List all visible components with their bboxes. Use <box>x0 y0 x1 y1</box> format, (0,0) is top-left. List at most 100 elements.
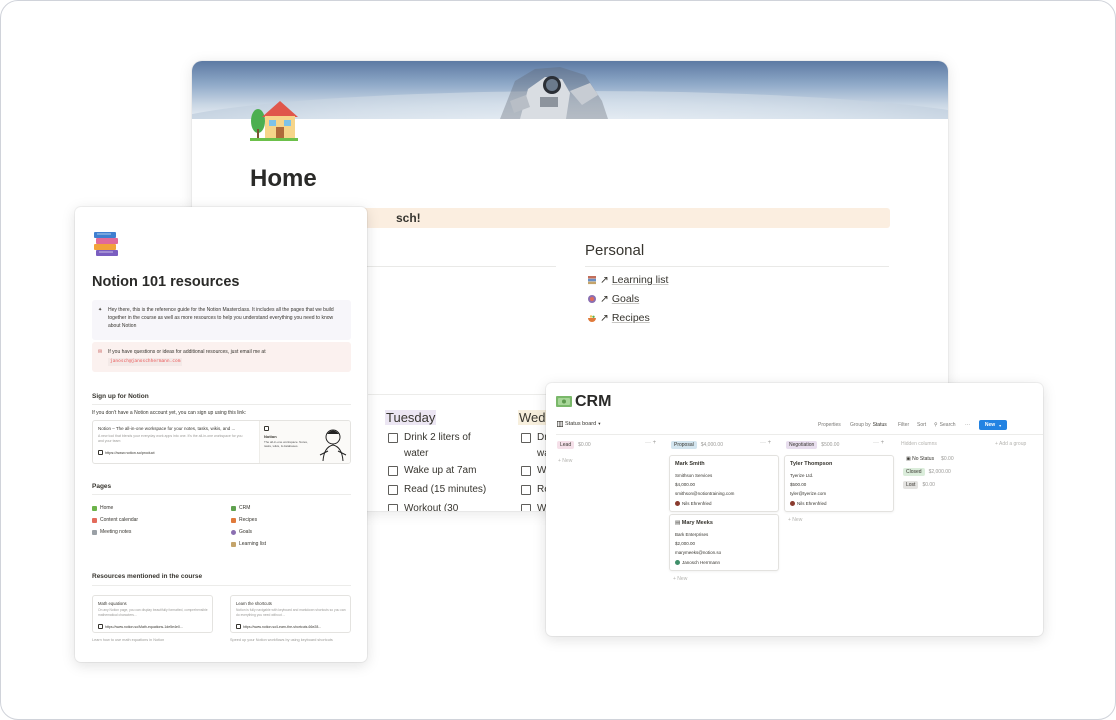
home-icon <box>92 505 97 511</box>
checkbox[interactable] <box>388 433 398 443</box>
sort-button[interactable]: Sort <box>917 422 926 428</box>
page-link-meeting-notes[interactable]: Meeting notes <box>92 529 131 535</box>
add-new-card[interactable]: + New <box>673 576 687 582</box>
link-recipes[interactable]: ↗ Recipes <box>587 312 650 324</box>
todo-text: Wake up at 7am <box>404 465 477 476</box>
owner-name: Janosch Herrmann <box>682 560 721 565</box>
notion-bookmark[interactable]: Notion – The all-in-one workspace for yo… <box>92 420 351 464</box>
link-learning-list[interactable]: ↗ Learning list <box>587 274 668 286</box>
callout-text: If you have questions or ideas for addit… <box>108 349 266 355</box>
card-name: Tyler Thompson <box>790 461 833 467</box>
deal-card[interactable]: Mark Smith Smithson Services $4,000.00 s… <box>669 455 779 512</box>
column-actions[interactable]: ··· + <box>645 440 656 446</box>
checkbox[interactable] <box>388 466 398 476</box>
view-tab-status-board[interactable]: Status board ▾ <box>557 421 600 427</box>
checkbox[interactable] <box>521 485 531 495</box>
page-link-label: Recipes <box>239 517 258 523</box>
page-link-crm[interactable]: CRM <box>231 505 250 511</box>
resource-card-math[interactable]: Math equations On any Notion page, you c… <box>92 595 213 633</box>
hidden-column-no-status[interactable]: ▣ No Status $0.00 <box>903 455 954 463</box>
checkbox[interactable] <box>388 504 398 511</box>
todo-text: Drink 2 liters of water <box>404 430 471 462</box>
card-caption: Learn how to use math equations in Notio… <box>92 638 165 642</box>
pages-heading: Pages <box>92 483 112 490</box>
column-negotiation[interactable]: Negotiation $500.00 <box>786 441 839 449</box>
column-sum: $500.00 <box>821 442 840 448</box>
card-description: On any Notion page, you can display beau… <box>98 608 208 617</box>
todo-item[interactable]: Drink 2 liters of water <box>388 430 471 462</box>
hidden-column-lost[interactable]: Lost $0.00 <box>903 481 935 489</box>
properties-button[interactable]: Properties <box>818 422 841 428</box>
filter-button[interactable]: Filter <box>898 422 909 428</box>
notes-icon <box>92 529 97 535</box>
deal-card[interactable]: ▤ Mary Meeks Bark Enterprises $2,000.00 … <box>669 514 779 571</box>
todo-item[interactable]: Wake up at 7am <box>388 463 476 479</box>
owner-name: Nils Ehrenfried <box>797 501 827 506</box>
divider <box>92 494 351 495</box>
add-new-card[interactable]: + New <box>788 517 802 523</box>
todo-item[interactable]: Workout (30 <box>388 501 458 511</box>
more-options-button[interactable]: ··· <box>965 422 970 428</box>
avatar <box>790 501 795 506</box>
day-heading-tuesday: Tuesday <box>385 410 437 425</box>
checkbox[interactable] <box>388 485 398 495</box>
divider <box>92 404 351 405</box>
page-link-goals[interactable]: Goals <box>231 529 252 535</box>
status-name: No Status <box>912 456 935 462</box>
bookmark-description: A new tool that blends your everyday wor… <box>98 434 243 443</box>
link-goals[interactable]: ↗ Goals <box>587 293 639 305</box>
toolbar-divider <box>556 434 1043 435</box>
checkbox[interactable] <box>521 433 531 443</box>
divider <box>92 585 351 586</box>
card-url: https://www.notion.so/Math-equations-1de… <box>98 624 183 629</box>
card-name-text: Mary Meeks <box>681 520 713 526</box>
page-link-label: Goals <box>239 529 253 535</box>
bookmark-preview-image: Notion The all-in-one workspace. Notes, … <box>259 421 350 463</box>
status-tag: Negotiation <box>786 441 818 449</box>
deal-card[interactable]: Tyler Thompson Tyerize Ltd. $500.00 tyle… <box>784 455 894 512</box>
search-button[interactable]: ⚲ Search <box>934 422 956 428</box>
bookmark-url: https://www.notion.so/product <box>98 450 155 455</box>
hidden-columns-heading: Hidden columns <box>901 441 937 447</box>
card-owner: Janosch Herrmann <box>675 560 720 565</box>
todo-item[interactable]: Read (15 minutes) <box>388 482 486 498</box>
search-icon: ⚲ <box>934 422 938 428</box>
resource-card-shortcuts[interactable]: Learn the shortcuts Notion is fully navi… <box>230 595 351 633</box>
signup-heading: Sign up for Notion <box>92 393 149 400</box>
search-label: Search <box>939 422 956 428</box>
page-link-learning-list[interactable]: Learning list <box>231 541 266 547</box>
group-by-button[interactable]: Group by Status <box>850 422 887 428</box>
checkbox[interactable] <box>521 504 531 511</box>
hidden-column-closed[interactable]: Closed $2,000.00 <box>903 468 951 476</box>
status-tag: Proposal <box>671 441 697 449</box>
card-company: Bark Enterprises <box>675 532 709 537</box>
page-link-content-calendar[interactable]: Content calendar <box>92 517 138 523</box>
column-actions[interactable]: ··· + <box>760 440 771 446</box>
resources-page-window: Notion 101 resources ✦ Hey there, this i… <box>75 207 367 662</box>
todo-line: water <box>404 448 429 459</box>
bookmark-url-text: https://www.notion.so/product <box>105 450 155 455</box>
notion-logo-icon <box>236 624 241 629</box>
avatar <box>675 501 680 506</box>
page-link-label: Meeting notes <box>100 529 132 535</box>
add-group-button[interactable]: + Add a group <box>995 441 1026 447</box>
page-link-recipes[interactable]: Recipes <box>231 517 257 523</box>
page-link-label: Content calendar <box>100 517 139 523</box>
page-link-home[interactable]: Home <box>92 505 113 511</box>
avatar <box>675 560 680 565</box>
column-lead[interactable]: Lead $0.00 <box>557 441 591 449</box>
new-button[interactable]: New ▾ <box>979 420 1007 430</box>
recipes-icon <box>588 315 596 322</box>
person-illustration <box>319 429 347 461</box>
column-proposal[interactable]: Proposal $4,000.00 <box>671 441 723 449</box>
card-value: $4,000.00 <box>675 482 696 487</box>
preview-subtitle: The all-in-one workspace. Notes, tasks, … <box>264 440 308 448</box>
card-value: $2,000.00 <box>675 541 696 546</box>
card-title: Math equations <box>98 601 127 606</box>
column-actions[interactable]: ··· + <box>873 440 884 446</box>
checkbox[interactable] <box>521 466 531 476</box>
add-new-card[interactable]: + New <box>558 458 572 464</box>
email-code[interactable]: janosch@janoschhermann.com <box>108 358 183 366</box>
sort-label: Sort <box>917 422 927 428</box>
card-caption: Speed up your Notion workflows by using … <box>230 638 333 642</box>
